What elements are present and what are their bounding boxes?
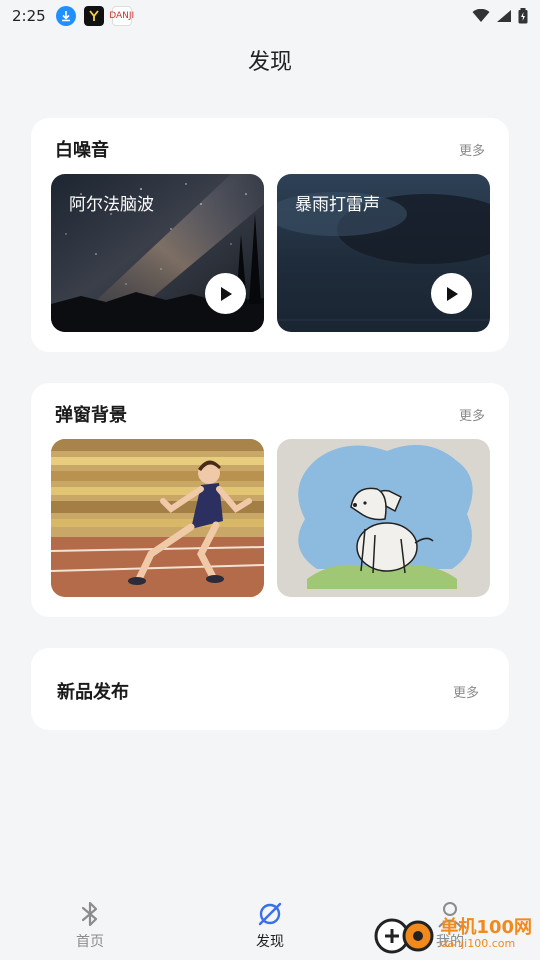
play-button[interactable] — [205, 273, 246, 314]
nav-label-discover: 发现 — [256, 933, 284, 950]
new-release-title: 新品发布 — [57, 682, 129, 703]
app-notification-icon — [83, 6, 104, 26]
white-noise-header: 白噪音 更多 — [55, 136, 485, 162]
nav-label-home: 首页 — [76, 933, 104, 950]
new-release-more-link[interactable]: 更多 — [453, 682, 479, 701]
white-noise-more-link[interactable]: 更多 — [459, 140, 485, 159]
popup-background-header: 弹窗背景 更多 — [55, 401, 485, 427]
play-icon — [446, 286, 458, 301]
dog-background-tile[interactable] — [277, 439, 490, 597]
watermark-main-text: 单机100网 — [440, 916, 532, 938]
watermark-logo-icon — [374, 918, 434, 954]
popup-background-title: 弹窗背景 — [55, 405, 127, 426]
status-notification-icons: DANJI — [55, 6, 134, 26]
runner-image — [51, 439, 264, 597]
download-icon — [55, 6, 76, 26]
white-noise-card: 白噪音 更多 阿尔法脑波 暴雨打雷声 — [31, 118, 509, 352]
popup-background-card: 弹窗背景 更多 — [31, 383, 509, 617]
signal-icon — [497, 10, 511, 22]
battery-icon — [518, 8, 528, 24]
dog-image — [277, 439, 490, 597]
white-noise-title: 白噪音 — [55, 140, 109, 161]
planet-icon — [258, 902, 282, 925]
thunderstorm-label: 暴雨打雷声 — [295, 195, 380, 215]
thunderstorm-tile[interactable]: 暴雨打雷声 — [277, 174, 490, 332]
status-system-icons — [472, 8, 528, 24]
popup-background-more-link[interactable]: 更多 — [459, 405, 485, 424]
app-notification-icon-2: DANJI — [109, 6, 134, 26]
play-button[interactable] — [431, 273, 472, 314]
bluetooth-icon — [81, 901, 98, 926]
nav-item-home[interactable]: 首页 — [30, 900, 150, 951]
watermark-sub-text: danji100.com — [440, 936, 516, 950]
page-title: 发现 — [247, 50, 292, 75]
alpha-wave-tile[interactable]: 阿尔法脑波 — [51, 174, 264, 332]
status-time: 2:25 — [12, 7, 46, 25]
alpha-wave-label: 阿尔法脑波 — [69, 195, 154, 215]
watermark-text: 单机100网 danji100.com — [440, 916, 532, 950]
play-icon — [220, 286, 232, 301]
runner-background-tile[interactable] — [51, 439, 264, 597]
new-release-header: 新品发布 更多 — [57, 678, 479, 704]
new-release-card: 新品发布 更多 — [31, 648, 509, 730]
status-bar: 2:25 DANJI — [0, 0, 540, 32]
site-watermark: 单机100网 danji100.com — [374, 912, 532, 956]
wifi-icon — [472, 9, 490, 22]
nav-item-discover[interactable]: 发现 — [210, 900, 330, 951]
